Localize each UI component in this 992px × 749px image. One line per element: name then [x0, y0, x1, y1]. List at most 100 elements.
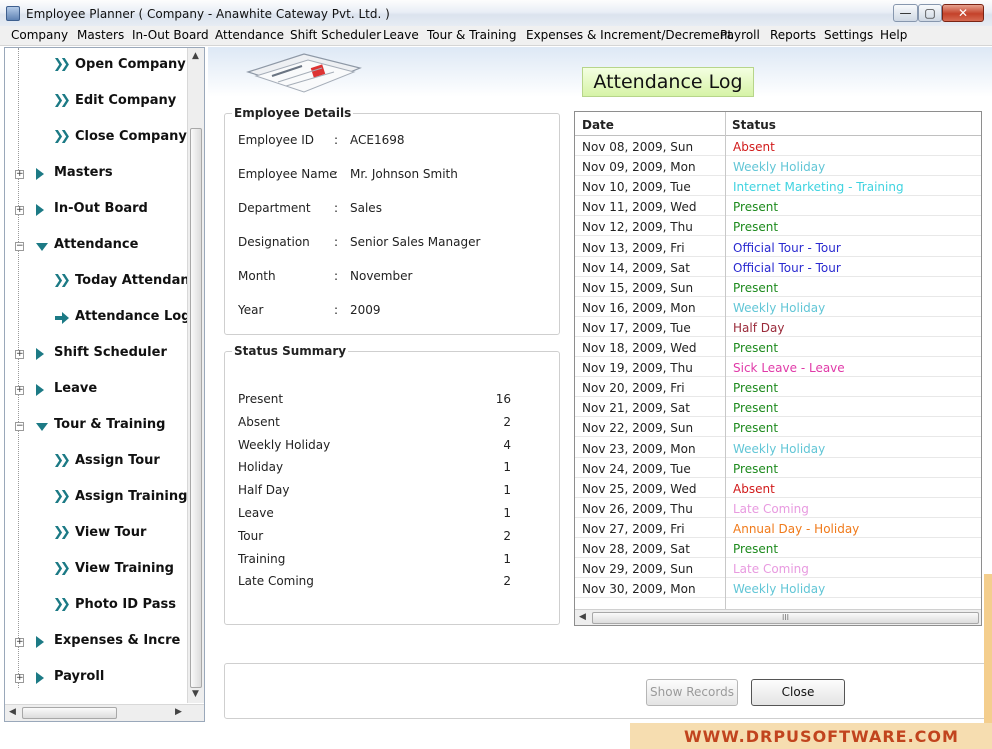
- menu-tour-training[interactable]: Tour & Training: [427, 28, 517, 42]
- tree-item-attendance[interactable]: − Attendance: [5, 237, 187, 259]
- minimize-button[interactable]: —: [893, 4, 918, 22]
- table-row[interactable]: Nov 17, 2009, Tue Half Day: [575, 317, 981, 337]
- tree-item-open-company[interactable]: ❯❯ Open Company: [5, 57, 187, 79]
- menu-company[interactable]: Company: [11, 28, 68, 42]
- expand-plus-icon[interactable]: +: [15, 386, 24, 395]
- column-header-date[interactable]: Date: [582, 118, 614, 132]
- menu-shift-scheduler[interactable]: Shift Scheduler: [290, 28, 381, 42]
- scroll-left-icon[interactable]: ◀: [9, 707, 16, 717]
- attendance-log-grid[interactable]: Date Status Nov 08, 2009, Sun Absent Nov 0…: [574, 111, 982, 626]
- table-row[interactable]: Nov 08, 2009, Sun Absent: [575, 136, 981, 156]
- table-row[interactable]: Nov 14, 2009, Sat Official Tour - Tour: [575, 257, 981, 277]
- table-row[interactable]: Nov 28, 2009, Sat Present: [575, 538, 981, 558]
- scroll-down-icon[interactable]: ▼: [192, 689, 199, 699]
- arrow-right-icon: [36, 636, 44, 648]
- year-value: 2009: [350, 303, 381, 317]
- menu-in-out-board[interactable]: In-Out Board: [132, 28, 209, 42]
- expand-plus-icon[interactable]: +: [15, 350, 24, 359]
- header-band: Attendance Log: [208, 47, 992, 97]
- menu-settings[interactable]: Settings: [824, 28, 873, 42]
- scroll-up-icon[interactable]: ▲: [192, 51, 199, 61]
- tree-item-view-training[interactable]: ❯❯ View Training: [5, 561, 187, 583]
- table-row[interactable]: Nov 24, 2009, Tue Present: [575, 458, 981, 478]
- tree-item-shift-scheduler[interactable]: + Shift Scheduler: [5, 345, 187, 367]
- arrow-down-icon: [36, 243, 48, 251]
- tree-vertical-scrollbar[interactable]: ▲ ▼: [187, 48, 204, 703]
- menu-leave[interactable]: Leave: [383, 28, 419, 42]
- table-row[interactable]: Nov 13, 2009, Fri Official Tour - Tour: [575, 237, 981, 257]
- colon: :: [334, 269, 339, 283]
- grid-horizontal-scrollbar[interactable]: ◀ III: [575, 609, 981, 625]
- scroll-left-icon[interactable]: ◀: [579, 612, 586, 622]
- tree-item-masters[interactable]: + Masters: [5, 165, 187, 187]
- menu-reports[interactable]: Reports: [770, 28, 816, 42]
- summary-count: 1: [503, 483, 511, 498]
- date-cell: Nov 27, 2009, Fri: [582, 521, 685, 536]
- expand-plus-icon[interactable]: +: [15, 674, 24, 683]
- tree-label: Attendance Log: [75, 309, 191, 324]
- tree-item-photo-id-pass[interactable]: ❯❯ Photo ID Pass: [5, 597, 187, 619]
- table-row[interactable]: Nov 25, 2009, Wed Absent: [575, 478, 981, 498]
- table-row[interactable]: Nov 12, 2009, Thu Present: [575, 216, 981, 237]
- table-row[interactable]: Nov 23, 2009, Mon Weekly Holiday: [575, 438, 981, 458]
- maximize-button[interactable]: ▢: [918, 4, 942, 22]
- scroll-thumb[interactable]: III: [592, 612, 979, 624]
- tree-item-assign-training[interactable]: ❯❯ Assign Training: [5, 489, 187, 511]
- scroll-thumb[interactable]: [190, 128, 202, 688]
- summary-count: 1: [503, 506, 511, 520]
- tree-item-expenses[interactable]: + Expenses & Incre: [5, 633, 187, 655]
- expand-plus-icon[interactable]: +: [15, 170, 24, 179]
- table-row[interactable]: Nov 16, 2009, Mon Weekly Holiday: [575, 297, 981, 317]
- date-cell: Nov 25, 2009, Wed: [582, 481, 697, 496]
- menu-attendance[interactable]: Attendance: [215, 28, 284, 42]
- date-cell: Nov 24, 2009, Tue: [582, 461, 691, 476]
- table-row[interactable]: Nov 18, 2009, Wed Present: [575, 337, 981, 357]
- expand-plus-icon[interactable]: +: [15, 206, 24, 215]
- table-row[interactable]: Nov 26, 2009, Thu Late Coming: [575, 498, 981, 518]
- tree-item-today-attendance[interactable]: ❯❯ Today Attendan: [5, 273, 190, 295]
- tree-item-tour-training[interactable]: − Tour & Training: [5, 417, 187, 439]
- table-row[interactable]: Nov 21, 2009, Sat Present: [575, 397, 981, 418]
- menu-payroll[interactable]: Payroll: [720, 28, 760, 42]
- status-cell: Sick Leave - Leave: [733, 361, 845, 376]
- table-row[interactable]: Nov 10, 2009, Tue Internet Marketing - Tr…: [575, 176, 981, 197]
- title-bar: Employee Planner ( Company - Anawhite Ca…: [0, 0, 992, 28]
- employee-id-label: Employee ID: [238, 133, 315, 147]
- status-cell: Present: [733, 280, 779, 295]
- expand-plus-icon[interactable]: +: [15, 638, 24, 647]
- column-header-status[interactable]: Status: [732, 118, 776, 132]
- menu-masters[interactable]: Masters: [77, 28, 124, 42]
- table-row[interactable]: Nov 22, 2009, Sun Present: [575, 417, 981, 438]
- menu-help[interactable]: Help: [880, 28, 907, 42]
- tree-item-payroll[interactable]: + Payroll: [5, 669, 187, 691]
- date-cell: Nov 20, 2009, Fri: [582, 381, 685, 396]
- table-row[interactable]: Nov 19, 2009, Thu Sick Leave - Leave: [575, 357, 981, 378]
- tree-item-view-tour[interactable]: ❯❯ View Tour: [5, 525, 187, 547]
- tree-item-close-company[interactable]: ❯❯ Close Company: [5, 129, 187, 151]
- show-records-button[interactable]: Show Records: [646, 679, 738, 706]
- tree-item-edit-company[interactable]: ❯❯ Edit Company: [5, 93, 187, 115]
- table-row[interactable]: Nov 11, 2009, Wed Present: [575, 196, 981, 217]
- colon: :: [334, 303, 339, 317]
- tree-horizontal-scrollbar[interactable]: ◀ ▶: [5, 704, 204, 721]
- menu-expenses[interactable]: Expenses & Increment/Decrement: [526, 28, 732, 42]
- table-row[interactable]: Nov 15, 2009, Sun Present: [575, 277, 981, 297]
- collapse-minus-icon[interactable]: −: [15, 422, 24, 431]
- table-row[interactable]: Nov 09, 2009, Mon Weekly Holiday: [575, 156, 981, 177]
- double-arrow-icon: ❯❯: [53, 489, 71, 504]
- table-row[interactable]: Nov 29, 2009, Sun Late Coming: [575, 558, 981, 579]
- department-value: Sales: [350, 201, 382, 215]
- status-cell: Present: [733, 401, 779, 416]
- scroll-right-icon[interactable]: ▶: [175, 707, 182, 717]
- tree-item-attendance-log[interactable]: Attendance Log: [5, 309, 191, 331]
- table-row[interactable]: Nov 20, 2009, Fri Present: [575, 377, 981, 398]
- tree-item-leave[interactable]: + Leave: [5, 381, 187, 403]
- close-button[interactable]: Close: [751, 679, 845, 706]
- collapse-minus-icon[interactable]: −: [15, 242, 24, 251]
- table-row[interactable]: Nov 30, 2009, Mon Weekly Holiday: [575, 578, 981, 599]
- tree-item-in-out-board[interactable]: + In-Out Board: [5, 201, 187, 223]
- close-window-button[interactable]: ✕: [942, 4, 984, 22]
- scroll-thumb[interactable]: [22, 707, 117, 719]
- table-row[interactable]: Nov 27, 2009, Fri Annual Day - Holiday: [575, 518, 981, 538]
- tree-item-assign-tour[interactable]: ❯❯ Assign Tour: [5, 453, 187, 475]
